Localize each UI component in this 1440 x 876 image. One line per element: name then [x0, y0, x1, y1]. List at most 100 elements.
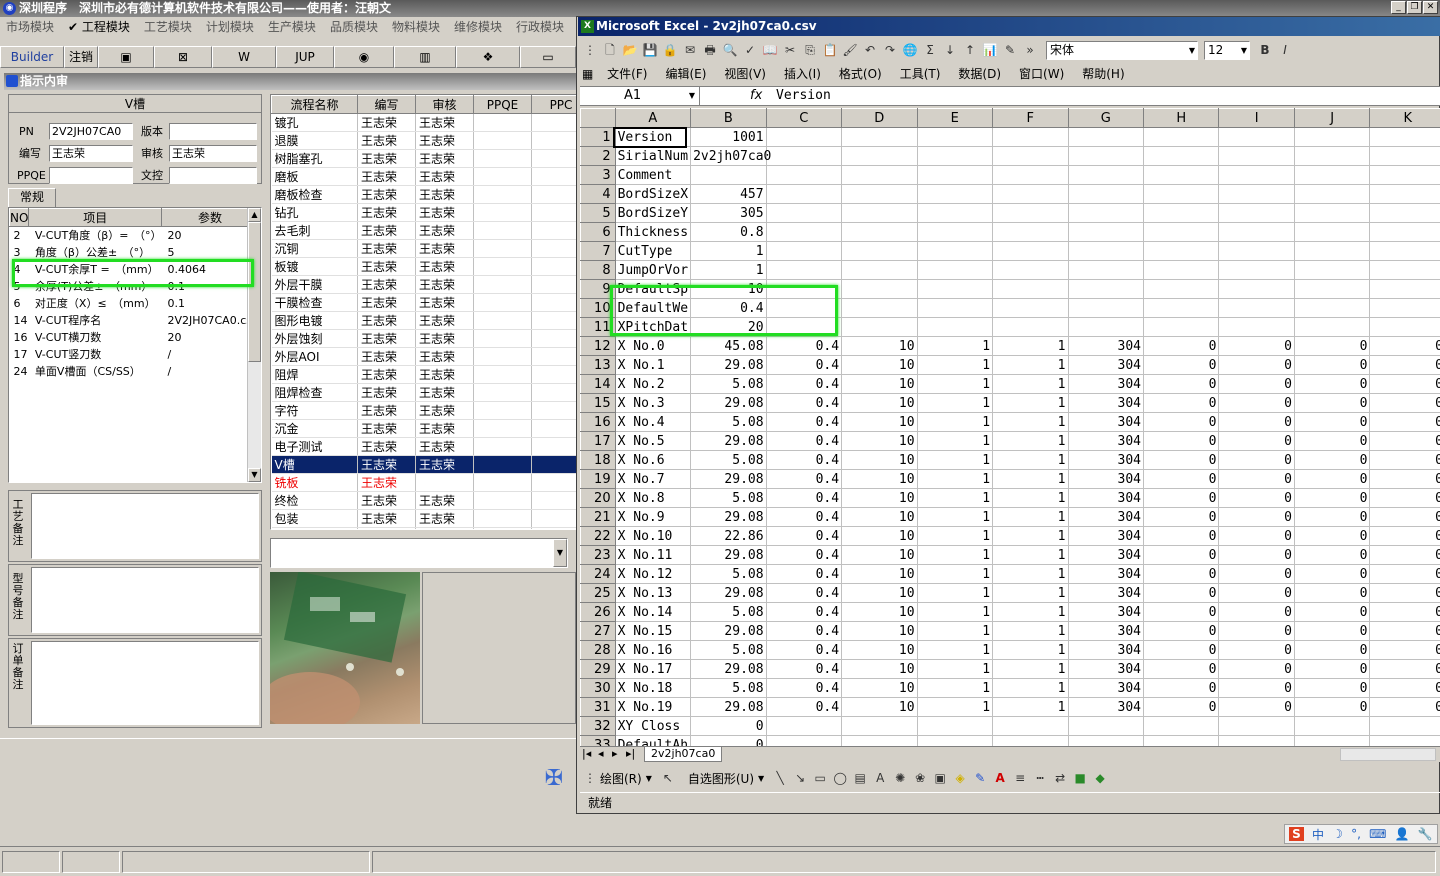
sheet-cell[interactable]: 0	[1143, 507, 1220, 527]
ime-icon[interactable]: °,	[1351, 827, 1361, 841]
flow-header-author[interactable]: 编写	[357, 95, 416, 114]
dash-style-icon[interactable]: ┅	[1031, 769, 1049, 787]
drawing-toggle-icon[interactable]: ✎	[1001, 41, 1019, 59]
params-header-item[interactable]: 项目	[28, 208, 162, 227]
sheet-cell[interactable]: 0.8	[690, 222, 767, 242]
sheet-cell[interactable]	[1218, 203, 1295, 223]
sheet-cell[interactable]: 0	[1369, 526, 1440, 546]
autoshapes-menu[interactable]: 自选图形(U)	[688, 770, 754, 787]
sheet-cell[interactable]: 10	[841, 697, 918, 717]
sheet-cell[interactable]: X No.17	[615, 659, 692, 679]
sheet-cell[interactable]	[992, 260, 1069, 280]
sheet-cell[interactable]	[1294, 298, 1371, 318]
sheet-cell[interactable]: 1	[992, 431, 1069, 451]
sheet-cell[interactable]	[1218, 279, 1295, 299]
sheet-cell[interactable]: SirialNum	[615, 146, 692, 166]
sheet-cell[interactable]	[1369, 222, 1440, 242]
module-menu-item[interactable]: 市场模块	[6, 20, 54, 34]
sheet-cell[interactable]: 0	[1218, 450, 1295, 470]
row-header[interactable]: 6	[580, 222, 616, 242]
toolbar-button[interactable]: ◉	[334, 46, 394, 68]
flow-header-ppc[interactable]: PPC	[531, 95, 577, 114]
params-header-no[interactable]: NO	[9, 208, 30, 227]
sheet-cell[interactable]	[992, 222, 1069, 242]
sheet-cell[interactable]	[1369, 735, 1440, 746]
sheet-cell[interactable]: 0.4	[766, 374, 843, 394]
sheet-cell[interactable]: 0	[1369, 678, 1440, 698]
flow-row[interactable]: 外层干膜 王志荣 王志荣	[271, 275, 577, 294]
sheet-cell[interactable]: 1	[992, 678, 1069, 698]
sheet-cell[interactable]	[1294, 260, 1371, 280]
clipart-icon[interactable]: ❀	[911, 769, 929, 787]
sheet-cell[interactable]	[1294, 716, 1371, 736]
textbox-icon[interactable]: ▤	[851, 769, 869, 787]
sheet-cell[interactable]	[1143, 279, 1220, 299]
sheet-cell[interactable]: 304	[1068, 431, 1144, 451]
paste-icon[interactable]: 📋	[821, 41, 839, 59]
sheet-cell[interactable]	[917, 222, 994, 242]
sheet-cell[interactable]	[841, 203, 918, 223]
sheet-cell[interactable]	[841, 241, 918, 261]
row-header[interactable]: 12	[580, 336, 616, 356]
sheet-cell[interactable]	[1369, 184, 1440, 204]
sheet-cell[interactable]: 0	[1369, 640, 1440, 660]
sheet-cell[interactable]: 304	[1068, 507, 1144, 527]
sheet-cell[interactable]: 1	[917, 621, 994, 641]
module-menu-item[interactable]: 物料模块	[392, 20, 440, 34]
sheet-cell[interactable]	[766, 165, 843, 185]
sheet-cell[interactable]: 0	[1294, 602, 1371, 622]
sheet-cell[interactable]	[917, 279, 994, 299]
restore-button[interactable]: ❐	[1407, 1, 1422, 14]
sheet-cell[interactable]: 0.4	[766, 583, 843, 603]
sheet-cell[interactable]	[766, 203, 843, 223]
sheet-cell[interactable]	[1068, 260, 1144, 280]
sheet-cell[interactable]	[1143, 165, 1220, 185]
toolbar-button[interactable]: JUP	[276, 46, 334, 68]
sheet-cell[interactable]: 0.4	[766, 640, 843, 660]
sheet-cell[interactable]: 1	[992, 450, 1069, 470]
sheet-cell[interactable]	[841, 279, 918, 299]
sheet-cell[interactable]: 10	[841, 431, 918, 451]
last-sheet-icon[interactable]: ▸|	[626, 747, 635, 761]
font-name-select[interactable]: 宋体 ▼	[1046, 40, 1198, 60]
sheet-cell[interactable]	[1369, 146, 1440, 166]
sheet-cell[interactable]: 1	[992, 621, 1069, 641]
grip-icon[interactable]: ⋮	[581, 41, 599, 59]
sheet-cell[interactable]	[917, 298, 994, 318]
sheet-cell[interactable]	[917, 260, 994, 280]
column-header[interactable]: H	[1142, 108, 1220, 128]
sheet-cell[interactable]	[766, 146, 843, 166]
sheet-cell[interactable]: 305	[690, 203, 767, 223]
formula-input[interactable]: Version	[776, 87, 831, 105]
sheet-cell[interactable]: 0.4	[766, 336, 843, 356]
sheet-cell[interactable]	[1068, 146, 1144, 166]
sheet-tab[interactable]: 2v2jh07ca0	[644, 747, 723, 762]
grip-icon[interactable]: ⋮	[581, 769, 599, 787]
sheet-cell[interactable]: 0	[1218, 659, 1295, 679]
flow-row[interactable]: 包装 王志荣 王志荣	[271, 509, 577, 528]
sheet-cell[interactable]	[1218, 165, 1295, 185]
params-scrollbar[interactable]: ▲ ▼	[247, 208, 261, 482]
sheet-cell[interactable]: 0	[1143, 393, 1220, 413]
save-icon[interactable]: 💾	[641, 41, 659, 59]
sheet-cell[interactable]: 10	[841, 488, 918, 508]
toolbar-button[interactable]: ▭	[520, 46, 576, 68]
sheet-cell[interactable]: 10	[841, 355, 918, 375]
sheet-cell[interactable]: X No.6	[615, 450, 692, 470]
toolbar-button[interactable]: ▣	[98, 46, 154, 68]
flow-row[interactable]: 终检 王志荣 王志荣	[271, 491, 577, 510]
row-header[interactable]: 21	[580, 507, 616, 527]
sheet-cell[interactable]: 1	[992, 583, 1069, 603]
sheet-cell[interactable]: 10	[841, 507, 918, 527]
new-file-icon[interactable]: 🗋	[601, 41, 619, 59]
row-header[interactable]: 8	[580, 260, 616, 280]
module-menu-item[interactable]: 生产模块	[268, 20, 316, 34]
font-color-icon[interactable]: A	[991, 769, 1009, 787]
sheet-cell[interactable]: 0	[1294, 488, 1371, 508]
flow-row[interactable]: 沉铜 王志荣 王志荣	[271, 239, 577, 258]
sheet-cell[interactable]: 5.08	[690, 602, 767, 622]
sheet-cell[interactable]: 0.4	[766, 678, 843, 698]
sheet-cell[interactable]: 1	[992, 545, 1069, 565]
sheet-cell[interactable]	[917, 165, 994, 185]
sheet-cell[interactable]: 0	[1294, 336, 1371, 356]
